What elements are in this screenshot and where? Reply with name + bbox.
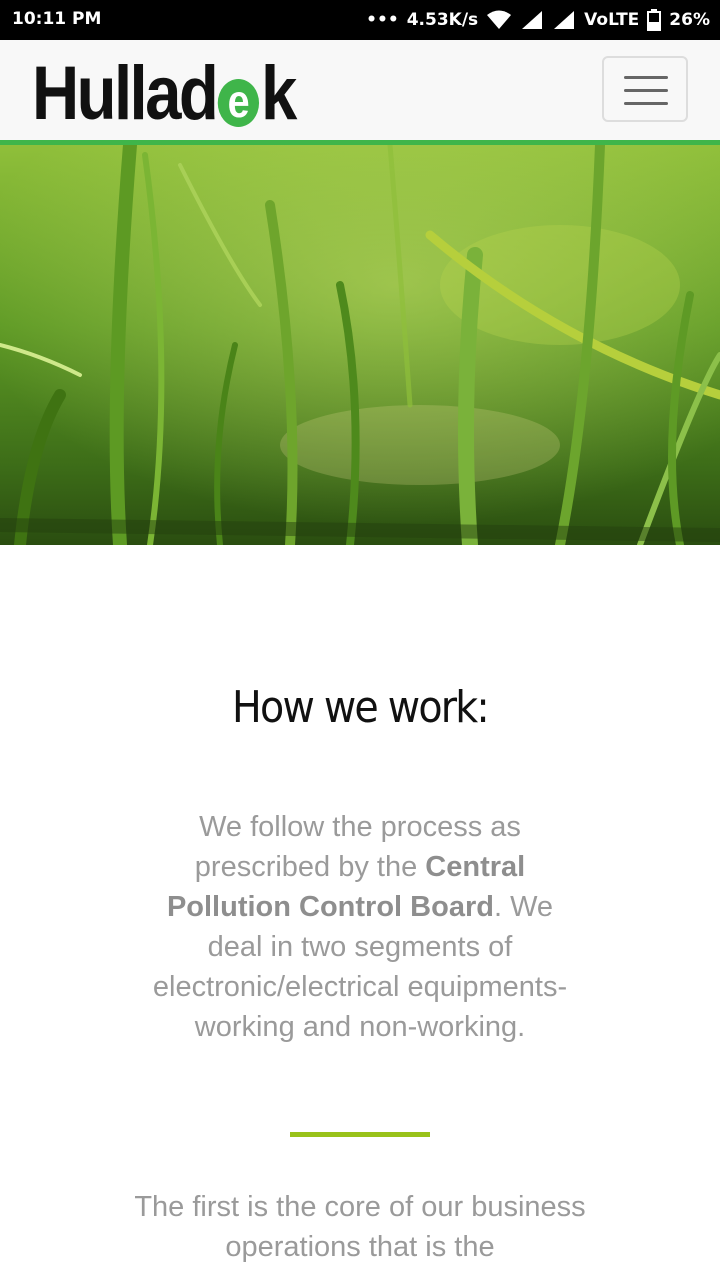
logo-text-end: k: [260, 51, 297, 136]
logo-e-mark: e: [217, 78, 260, 127]
section-divider: [290, 1132, 430, 1137]
core-business-paragraph: The first is the core of our business op…: [134, 1191, 586, 1263]
section-title: How we work:: [232, 682, 490, 733]
status-bar: 10:11 PM ••• 4.53K/s VoLTE 26%: [0, 0, 720, 40]
status-time: 10:11 PM: [12, 9, 102, 29]
more-dots-icon: •••: [366, 10, 399, 30]
battery-icon: [647, 9, 662, 31]
site-header: Hullad e k: [0, 40, 720, 140]
signal-icon-2: [554, 11, 575, 29]
process-description: We follow the process as prescribed by t…: [140, 807, 580, 1047]
wifi-icon: [487, 10, 512, 29]
hulladek-logo[interactable]: Hullad e k: [32, 51, 297, 136]
hero-grass-image: [0, 145, 720, 545]
network-speed: 4.53K/s: [406, 10, 479, 30]
hamburger-menu-button[interactable]: [602, 56, 688, 122]
logo-text-start: Hullad: [32, 51, 219, 136]
status-right-group: ••• 4.53K/s VoLTE 26%: [366, 9, 710, 31]
battery-level: 26%: [669, 10, 710, 30]
signal-icon-1: [522, 11, 543, 29]
network-type: VoLTE: [584, 10, 640, 30]
